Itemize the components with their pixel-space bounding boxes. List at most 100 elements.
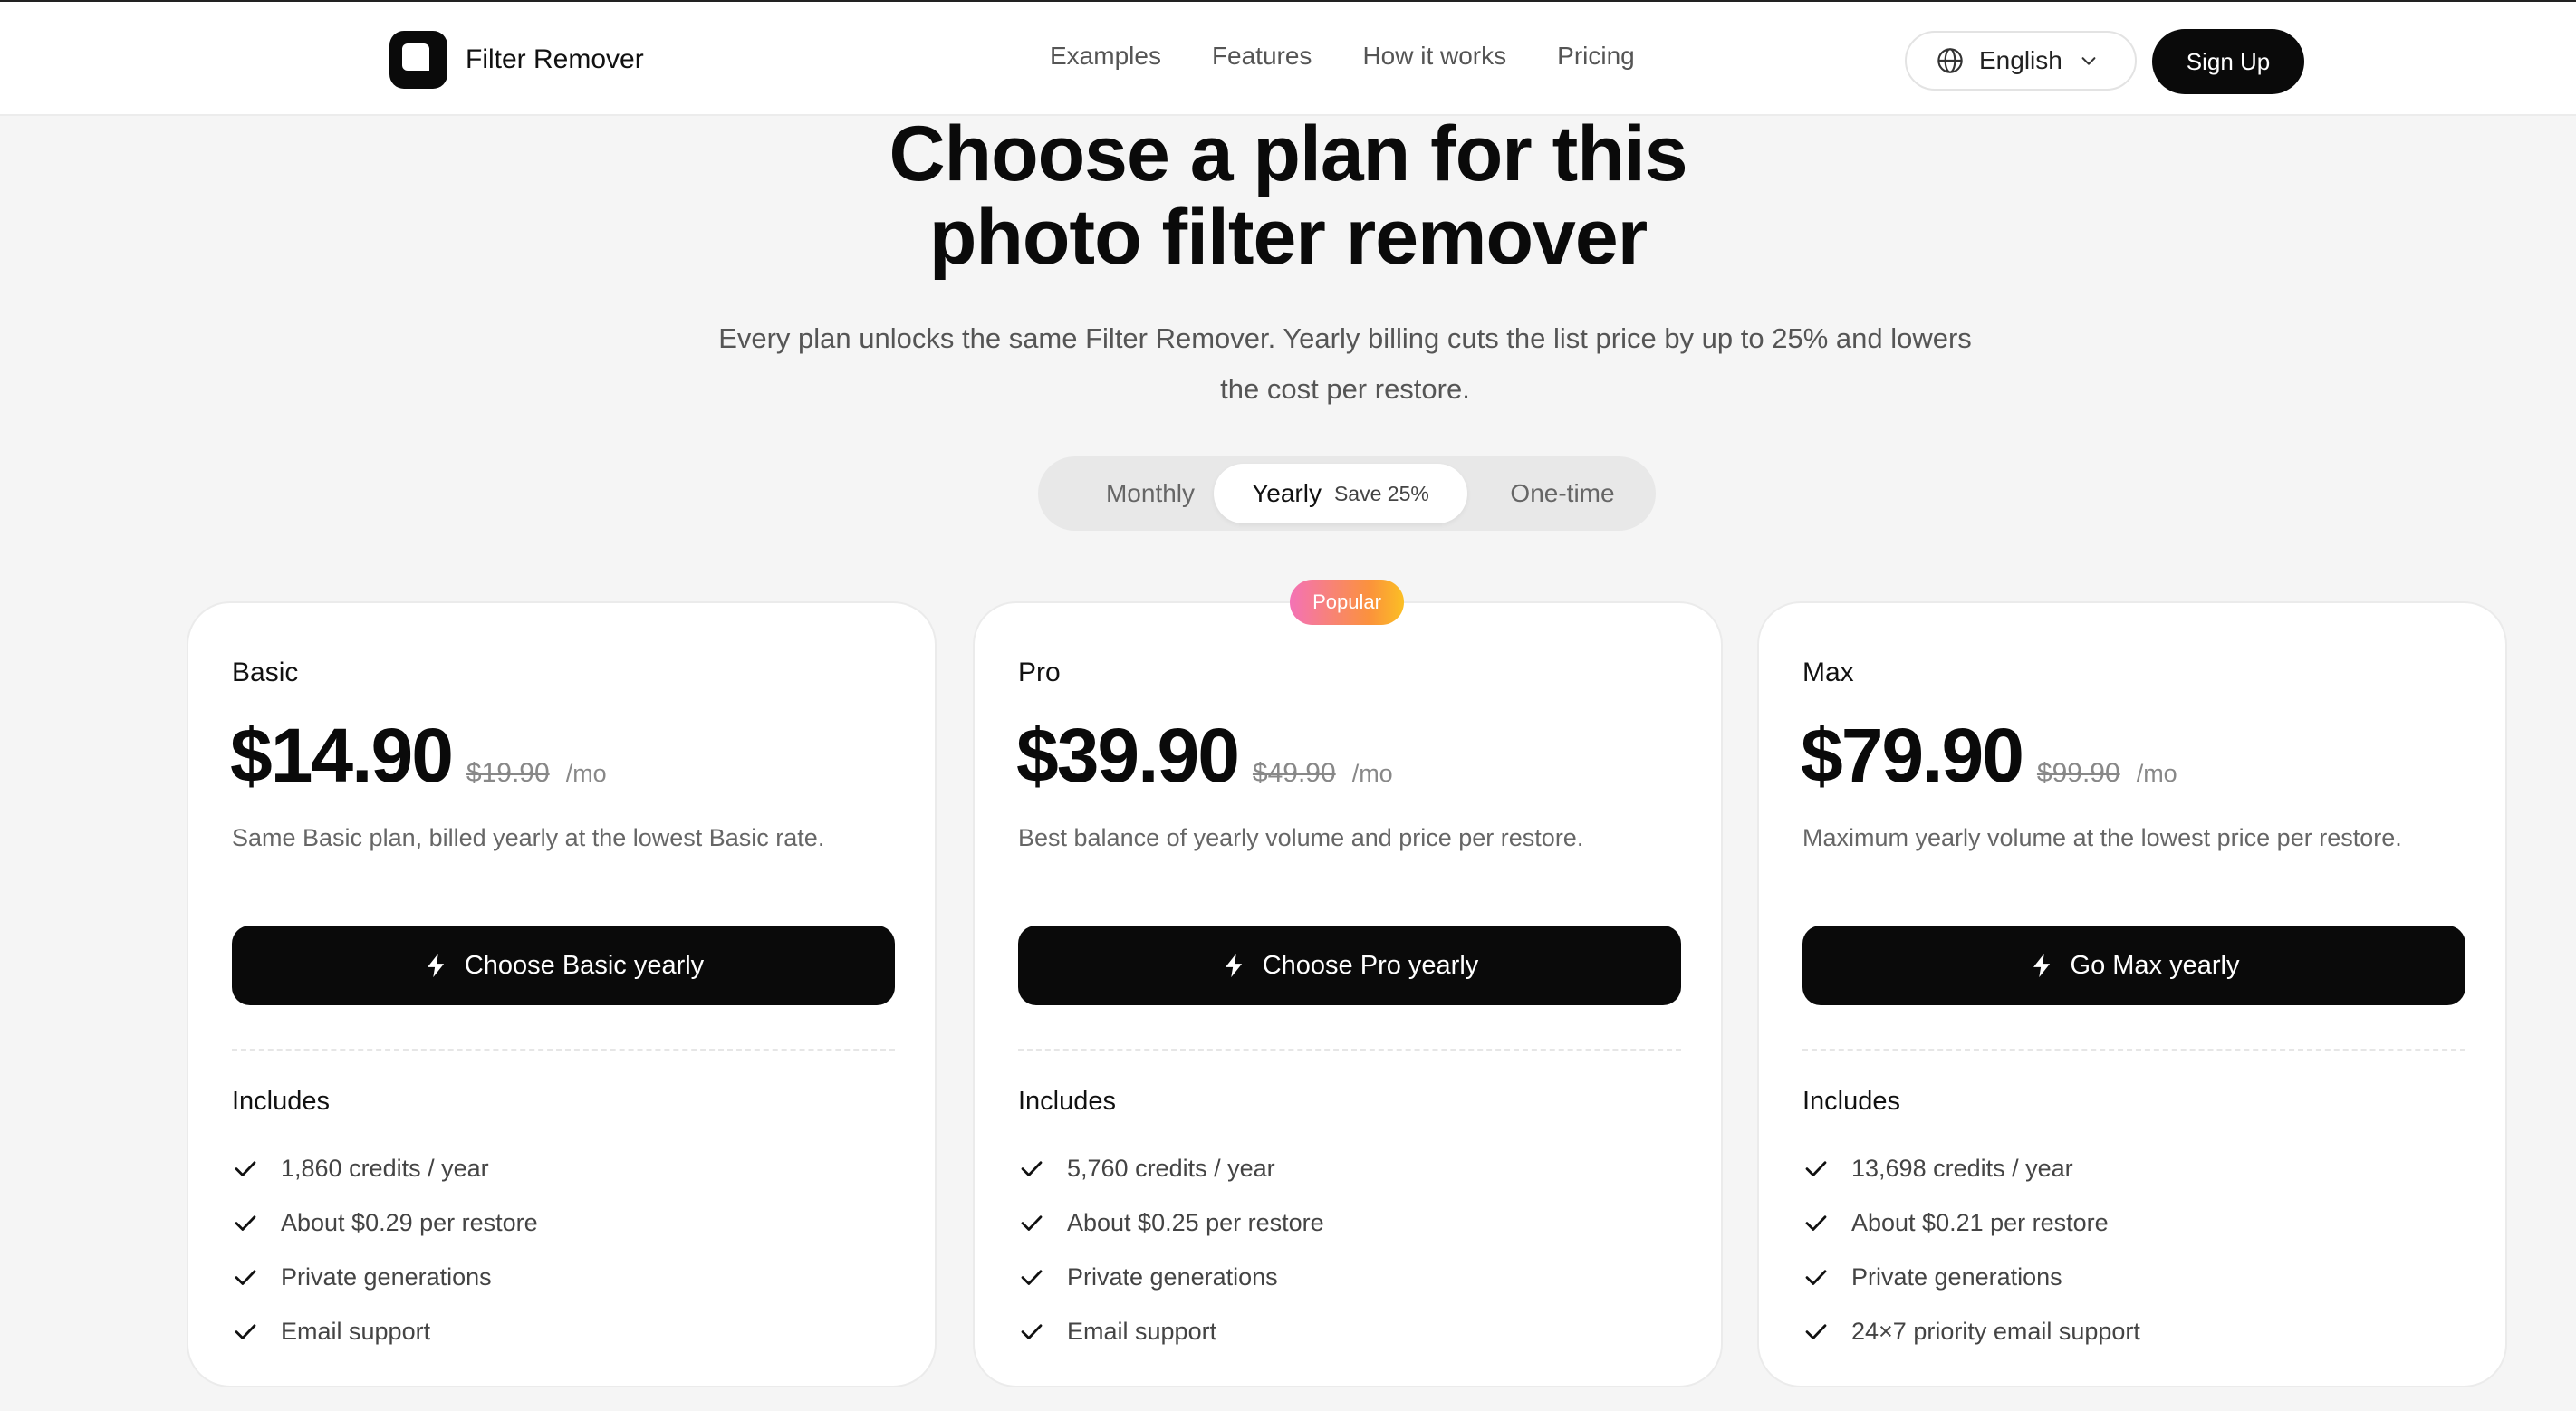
save-badge: Save 25%	[1333, 481, 1429, 505]
feature-text: 24×7 priority email support	[1851, 1317, 2140, 1345]
feature-text: Email support	[1067, 1317, 1217, 1345]
price-row: $39.90 $49.90 /mo	[1016, 712, 1393, 800]
list-item: 5,760 credits / year	[1018, 1141, 1324, 1195]
list-item: About $0.21 per restore	[1802, 1195, 2140, 1250]
globe-icon	[1937, 48, 1963, 73]
list-item: About $0.29 per restore	[232, 1195, 538, 1250]
list-item: Private generations	[1802, 1250, 2140, 1304]
nav-features[interactable]: Features	[1212, 42, 1312, 71]
plan-card-pro: Pro $39.90 $49.90 /mo Best balance of ye…	[973, 601, 1723, 1387]
check-icon	[235, 1161, 256, 1176]
page-subtitle: Every plan unlocks the same Filter Remov…	[718, 322, 1972, 405]
price-period: /mo	[565, 760, 607, 787]
choose-pro-button[interactable]: Choose Pro yearly	[1018, 926, 1681, 1005]
choose-basic-button[interactable]: Choose Basic yearly	[232, 926, 895, 1005]
check-icon	[1805, 1215, 1827, 1231]
original-price: $49.90	[1252, 758, 1336, 788]
cta-label: Choose Basic yearly	[464, 950, 705, 980]
price: $14.90	[230, 713, 454, 798]
list-item: Email support	[232, 1304, 538, 1358]
feature-text: 1,860 credits / year	[281, 1154, 489, 1182]
feature-text: Private generations	[1851, 1262, 2062, 1291]
check-icon	[1021, 1270, 1043, 1285]
price: $39.90	[1016, 713, 1240, 798]
feature-text: 13,698 credits / year	[1851, 1154, 2073, 1182]
list-item: 1,860 credits / year	[232, 1141, 538, 1195]
nav-examples[interactable]: Examples	[1050, 42, 1161, 71]
page-title-line-2: photo filter remover	[928, 194, 1648, 281]
chevron-down-icon	[2081, 57, 2096, 65]
list-item: Private generations	[232, 1250, 538, 1304]
check-icon	[1021, 1324, 1043, 1339]
plan-description: Same Basic plan, billed yearly at the lo…	[232, 824, 825, 851]
plan-name: Basic	[232, 658, 299, 687]
language-selector[interactable]: English	[1905, 31, 2137, 91]
lightning-icon	[1225, 953, 1242, 978]
feature-text: About $0.25 per restore	[1067, 1208, 1324, 1236]
plan-card-basic: Basic $14.90 $19.90 /mo Same Basic plan,…	[187, 601, 937, 1387]
page-title: Choose a plan for this photo filter remo…	[0, 112, 2576, 279]
feature-list: 13,698 credits / year About $0.21 per re…	[1802, 1141, 2140, 1358]
cta-label: Choose Pro yearly	[1262, 950, 1479, 980]
check-icon	[235, 1215, 256, 1231]
check-icon	[1805, 1324, 1827, 1339]
billing-yearly-label: Yearly	[1252, 479, 1322, 507]
price-period: /mo	[1351, 760, 1393, 787]
divider	[1018, 1049, 1681, 1051]
logo-icon	[389, 31, 447, 89]
feature-text: About $0.29 per restore	[281, 1208, 538, 1236]
feature-list: 1,860 credits / year About $0.29 per res…	[232, 1141, 538, 1358]
feature-text: Email support	[281, 1317, 431, 1345]
logo[interactable]: Filter Remover	[389, 31, 644, 89]
nav-pricing[interactable]: Pricing	[1557, 42, 1635, 71]
price-row: $14.90 $19.90 /mo	[230, 712, 607, 800]
lightning-icon	[2033, 953, 2050, 978]
billing-toggle: Monthly Yearly Save 25% One-time	[1038, 456, 1656, 531]
logo-text: Filter Remover	[466, 44, 644, 74]
check-icon	[235, 1324, 256, 1339]
billing-onetime-tab[interactable]: One-time	[1476, 464, 1648, 523]
plan-description: Best balance of yearly volume and price …	[1018, 824, 1584, 851]
feature-text: Private generations	[1067, 1262, 1278, 1291]
list-item: Email support	[1018, 1304, 1324, 1358]
check-icon	[1021, 1215, 1043, 1231]
check-icon	[1805, 1161, 1827, 1176]
go-max-button[interactable]: Go Max yearly	[1802, 926, 2465, 1005]
plan-name: Pro	[1018, 658, 1061, 687]
site-header: Filter Remover Examples Features How it …	[0, 2, 2576, 116]
popular-badge: Popular	[1290, 580, 1404, 625]
list-item: 13,698 credits / year	[1802, 1141, 2140, 1195]
nav-how-it-works[interactable]: How it works	[1362, 42, 1506, 71]
billing-yearly-tab[interactable]: Yearly Save 25%	[1214, 464, 1467, 523]
plan-name: Max	[1802, 658, 1854, 687]
check-icon	[1805, 1270, 1827, 1285]
main-nav: Examples Features How it works Pricing	[1050, 42, 1686, 71]
check-icon	[1021, 1161, 1043, 1176]
billing-monthly-label: Monthly	[1105, 479, 1196, 507]
page-title-line-1: Choose a plan for this	[889, 110, 1687, 197]
check-icon	[235, 1270, 256, 1285]
feature-text: Private generations	[281, 1262, 492, 1291]
price: $79.90	[1801, 713, 2024, 798]
lightning-icon	[427, 953, 444, 978]
price-period: /mo	[2136, 760, 2177, 787]
sign-up-button[interactable]: Sign Up	[2152, 29, 2304, 94]
billing-onetime-label: One-time	[1510, 479, 1615, 507]
feature-text: About $0.21 per restore	[1851, 1208, 2109, 1236]
cta-label: Go Max yearly	[2070, 950, 2240, 980]
list-item: About $0.25 per restore	[1018, 1195, 1324, 1250]
includes-heading: Includes	[1018, 1087, 1117, 1116]
includes-heading: Includes	[232, 1087, 331, 1116]
feature-list: 5,760 credits / year About $0.25 per res…	[1018, 1141, 1324, 1358]
original-price: $19.90	[466, 758, 550, 788]
divider	[232, 1049, 895, 1051]
price-row: $79.90 $99.90 /mo	[1801, 712, 2177, 800]
plan-description: Maximum yearly volume at the lowest pric…	[1802, 824, 2402, 851]
divider	[1802, 1049, 2465, 1051]
original-price: $99.90	[2036, 758, 2120, 788]
includes-heading: Includes	[1802, 1087, 1901, 1116]
language-label: English	[1979, 46, 2062, 74]
plan-card-max: Max $79.90 $99.90 /mo Maximum yearly vol…	[1757, 601, 2507, 1387]
list-item: 24×7 priority email support	[1802, 1304, 2140, 1358]
list-item: Private generations	[1018, 1250, 1324, 1304]
